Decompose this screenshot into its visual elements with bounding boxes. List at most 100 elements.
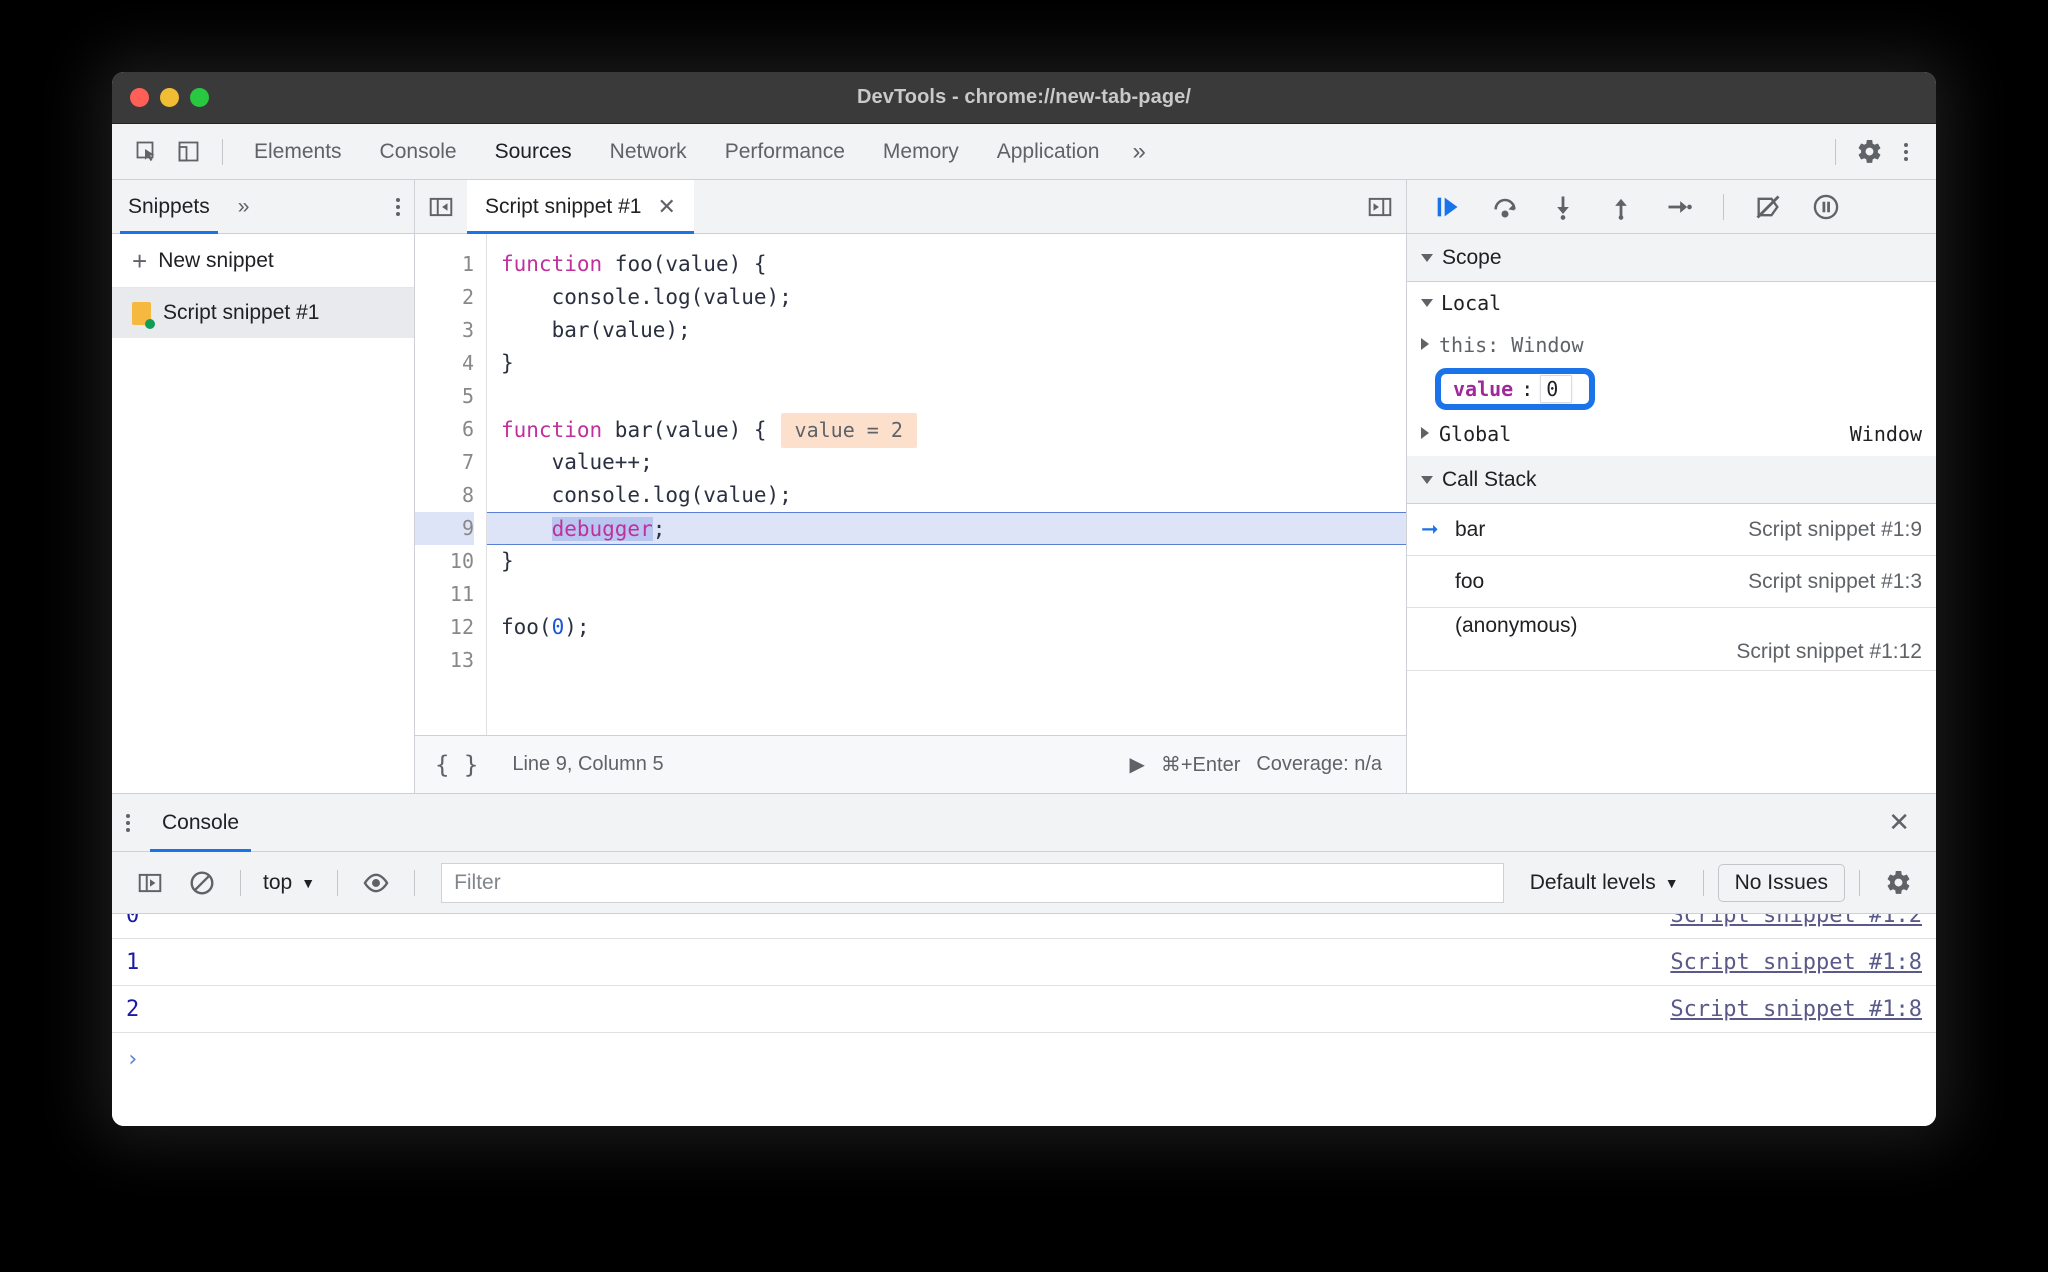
- tab-elements[interactable]: Elements: [235, 124, 361, 180]
- line-number[interactable]: 5: [415, 380, 474, 413]
- live-expression-eye-icon[interactable]: [352, 861, 400, 905]
- line-number[interactable]: 11: [415, 578, 474, 611]
- new-snippet-button[interactable]: + New snippet: [112, 234, 414, 288]
- cursor-position-label: Line 9, Column 5: [512, 753, 664, 775]
- scope-global-value: Window: [1849, 422, 1922, 446]
- line-number[interactable]: 4: [415, 347, 474, 380]
- main-menu-kebab-icon[interactable]: [1890, 142, 1922, 161]
- table-row[interactable]: ➞ bar Script snippet #1:9: [1407, 504, 1936, 556]
- log-levels-selector[interactable]: Default levels ▼: [1520, 871, 1689, 895]
- code-line[interactable]: console.log(value);: [501, 479, 1406, 512]
- tab-memory[interactable]: Memory: [864, 124, 978, 180]
- console-sidebar-icon[interactable]: [126, 861, 174, 905]
- deactivate-breakpoints-button[interactable]: [1742, 185, 1794, 229]
- line-number[interactable]: 8: [415, 479, 474, 512]
- console-message-location[interactable]: Script snippet #1:8: [1670, 997, 1922, 1022]
- code-line[interactable]: bar(value);: [501, 314, 1406, 347]
- window-title: DevTools - chrome://new-tab-page/: [856, 86, 1192, 108]
- tab-performance[interactable]: Performance: [706, 124, 864, 180]
- main-tab-bar: Elements Console Sources Network Perform…: [112, 124, 1936, 180]
- console-message-location[interactable]: Script snippet #1:8: [1670, 950, 1922, 975]
- scope-content: Local this : Window value : 0 Global Win…: [1407, 282, 1936, 456]
- line-number[interactable]: 10: [415, 545, 474, 578]
- code-line[interactable]: function foo(value) {: [501, 248, 1406, 281]
- code-editor[interactable]: 1 2 3 4 5 6 7 8 9 10 11 12 13 function foo(value) { …: [415, 234, 1406, 735]
- pretty-print-braces-icon[interactable]: { }: [415, 751, 498, 779]
- more-tabs-button[interactable]: »: [1118, 124, 1159, 180]
- run-shortcut-label: ⌘+Enter: [1160, 754, 1241, 776]
- console-message-location[interactable]: Script snippet #1:2: [1670, 914, 1922, 928]
- code-line[interactable]: foo(0);: [501, 611, 1406, 644]
- console-toolbar: top ▼ Default levels ▼ No Issues: [112, 852, 1936, 914]
- tab-network[interactable]: Network: [591, 124, 706, 180]
- snippets-menu-kebab-icon[interactable]: [382, 197, 414, 216]
- tab-console[interactable]: Console: [361, 124, 476, 180]
- device-toolbar-icon[interactable]: [168, 131, 210, 173]
- issues-button[interactable]: No Issues: [1717, 863, 1845, 902]
- table-row[interactable]: foo Script snippet #1:3: [1407, 556, 1936, 608]
- call-stack-function: bar: [1455, 517, 1486, 541]
- table-row[interactable]: (anonymous) Script snippet #1:12: [1407, 608, 1936, 671]
- show-debugger-sidebar-icon[interactable]: [1354, 180, 1406, 234]
- console-prompt[interactable]: ›: [112, 1033, 1936, 1085]
- list-item[interactable]: Script snippet #1: [112, 288, 414, 338]
- list-item[interactable]: 2 Script snippet #1:8: [112, 986, 1936, 1033]
- scope-row-value[interactable]: value : 0: [1407, 366, 1936, 412]
- line-number[interactable]: 12: [415, 611, 474, 644]
- code-line[interactable]: value++;: [501, 446, 1406, 479]
- clear-console-icon[interactable]: [178, 861, 226, 905]
- list-item[interactable]: 0 Script snippet #1:2: [112, 914, 1936, 939]
- snippets-header: Snippets »: [112, 180, 414, 234]
- snippet-file-icon: [132, 301, 155, 329]
- gear-icon[interactable]: [1874, 861, 1922, 905]
- drawer-menu-kebab-icon[interactable]: [112, 813, 144, 832]
- inspect-cursor-icon[interactable]: [126, 131, 168, 173]
- line-number[interactable]: 9: [415, 512, 474, 545]
- code-line[interactable]: function bar(value) {value = 2: [501, 413, 1406, 448]
- javascript-context-selector[interactable]: top ▼: [255, 871, 323, 895]
- call-stack-section-header[interactable]: Call Stack: [1407, 456, 1936, 504]
- code-line[interactable]: [501, 644, 1406, 677]
- scope-section-header[interactable]: Scope: [1407, 234, 1936, 282]
- gear-icon[interactable]: [1848, 131, 1890, 173]
- list-item[interactable]: 1 Script snippet #1:8: [112, 939, 1936, 986]
- code-line[interactable]: }: [501, 347, 1406, 380]
- console-toolbar-divider-5: [1859, 869, 1860, 896]
- code-line[interactable]: [501, 578, 1406, 611]
- step-button[interactable]: [1653, 185, 1705, 229]
- step-over-next-function-call-button[interactable]: [1479, 185, 1531, 229]
- code-line[interactable]: console.log(value);: [501, 281, 1406, 314]
- line-number[interactable]: 13: [415, 644, 474, 677]
- close-icon[interactable]: ✕: [1862, 807, 1936, 838]
- tab-application[interactable]: Application: [978, 124, 1119, 180]
- search-input[interactable]: [441, 862, 1504, 903]
- snippets-more-button[interactable]: »: [226, 195, 262, 219]
- collapse-sidebar-icon[interactable]: [415, 180, 467, 234]
- run-snippet-icon[interactable]: ▶: [1129, 752, 1144, 777]
- code-line[interactable]: [501, 380, 1406, 413]
- editor-tab-script-snippet[interactable]: Script snippet #1 ✕: [467, 179, 694, 234]
- code-line[interactable]: debugger;: [487, 512, 1406, 545]
- line-number[interactable]: 1: [415, 248, 474, 281]
- code-content[interactable]: function foo(value) { console.log(value)…: [487, 234, 1406, 735]
- code-line[interactable]: }: [501, 545, 1406, 578]
- step-out-of-current-function-button[interactable]: [1595, 185, 1647, 229]
- tab-console-drawer[interactable]: Console: [144, 794, 257, 852]
- line-number[interactable]: 3: [415, 314, 474, 347]
- pause-on-exceptions-button[interactable]: [1800, 185, 1852, 229]
- resume-script-execution-button[interactable]: [1421, 185, 1473, 229]
- toolbar-divider: [222, 138, 223, 165]
- scope-group-local[interactable]: Local: [1407, 282, 1936, 324]
- scope-row-this[interactable]: this : Window: [1407, 324, 1936, 366]
- console-output[interactable]: 0 Script snippet #1:2 1 Script snippet #1:8…: [112, 914, 1936, 1126]
- tab-sources[interactable]: Sources: [476, 124, 591, 180]
- snippets-tab[interactable]: Snippets: [112, 180, 226, 234]
- scope-group-global[interactable]: Global Window: [1407, 412, 1936, 456]
- step-into-next-function-call-button[interactable]: [1537, 185, 1589, 229]
- scope-value-edit-input[interactable]: 0: [1540, 375, 1573, 403]
- line-number[interactable]: 2: [415, 281, 474, 314]
- line-number[interactable]: 7: [415, 446, 474, 479]
- close-icon[interactable]: ✕: [657, 194, 675, 220]
- line-number[interactable]: 6: [415, 413, 474, 446]
- line-number-gutter: 1 2 3 4 5 6 7 8 9 10 11 12 13: [415, 234, 487, 735]
